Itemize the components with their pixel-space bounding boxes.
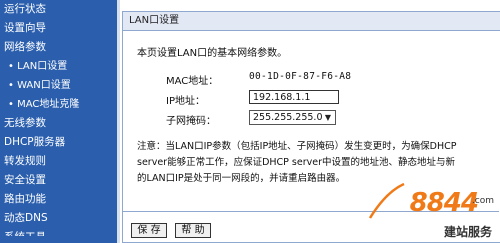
mac-label: MAC地址： <box>166 76 219 87</box>
note-line: 注意：当LAN口IP参数（包括IP地址、子网掩码）发生变更时，为确保DHCP <box>137 141 457 152</box>
note-line: server能够正常工作，应保证DHCP server中设置的地址池、静态地址与… <box>137 157 455 168</box>
ip-address-input[interactable]: 192.168.1.1 <box>249 90 339 104</box>
subnet-mask-select[interactable]: 255.255.255.0 ▼ <box>249 110 336 125</box>
sidebar-item-forwarding[interactable]: 转发规则 <box>0 152 117 171</box>
sidebar-divider <box>117 0 120 243</box>
note-text: 注意：当LAN口IP参数（包括IP地址、子网掩码）发生变更时，为确保DHCP s… <box>137 139 499 187</box>
chevron-down-icon[interactable]: ▼ <box>322 111 334 124</box>
help-button[interactable]: 帮 助 <box>175 223 211 238</box>
sidebar-item-ddns[interactable]: 动态DNS <box>0 209 117 228</box>
sidebar-item-setup-wizard[interactable]: 设置向导 <box>0 19 117 38</box>
sidebar-item-lan[interactable]: • LAN口设置 <box>0 57 117 76</box>
watermark-number: 8844 <box>409 188 479 218</box>
watermark-subtitle: 建站服务 <box>443 225 492 239</box>
watermark-logo: 8844 .com 建站服务 <box>366 182 496 240</box>
sidebar-item-network[interactable]: 网络参数 <box>0 38 117 57</box>
sidebar-item-wireless[interactable]: 无线参数 <box>0 114 117 133</box>
sidebar-menu: 运行状态 设置向导 网络参数 • LAN口设置 • WAN口设置 • MAC地址… <box>0 0 117 243</box>
panel-title: LAN口设置 <box>123 12 500 31</box>
watermark-domain: .com <box>471 196 494 206</box>
ip-label: IP地址： <box>166 96 205 107</box>
save-button[interactable]: 保 存 <box>131 223 167 238</box>
sidebar-item-status[interactable]: 运行状态 <box>0 0 117 19</box>
sidebar-item-routing[interactable]: 路由功能 <box>0 190 117 209</box>
sidebar-item-mac-clone[interactable]: • MAC地址克隆 <box>0 95 117 114</box>
sidebar-item-security[interactable]: 安全设置 <box>0 171 117 190</box>
mac-value: 00-1D-0F-87-F6-A8 <box>249 71 352 82</box>
swoosh-icon <box>368 182 405 219</box>
sidebar-item-system-tools[interactable]: 系统工具 <box>0 228 117 236</box>
intro-text: 本页设置LAN口的基本网络参数。 <box>137 48 288 59</box>
sidebar-item-wan[interactable]: • WAN口设置 <box>0 76 117 95</box>
sidebar-item-dhcp[interactable]: DHCP服务器 <box>0 133 117 152</box>
subnet-mask-value: 255.255.255.0 <box>253 112 323 123</box>
mask-label: 子网掩码： <box>166 116 216 127</box>
